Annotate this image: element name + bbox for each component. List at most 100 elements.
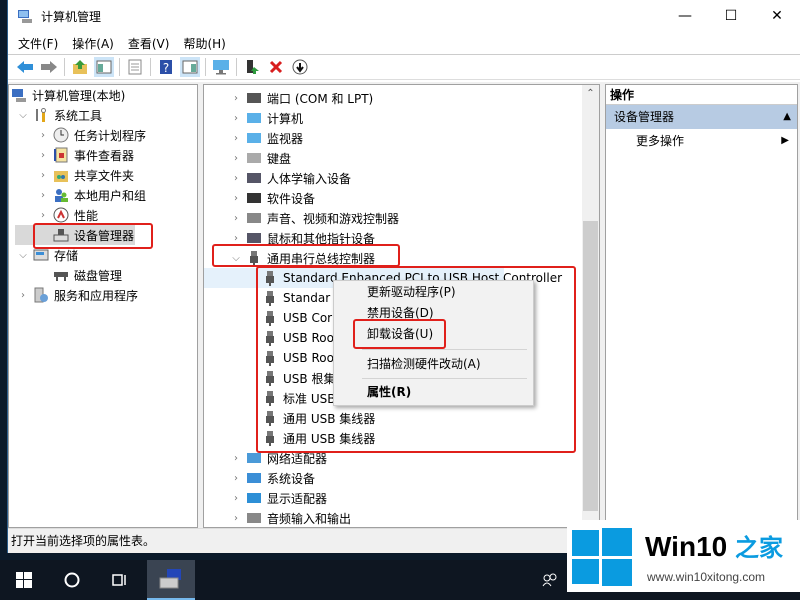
tree-item-local-users[interactable]: › 本地用户和组: [9, 185, 197, 205]
scroll-up-icon[interactable]: ⌃: [582, 85, 599, 102]
device-category[interactable]: › 端口 (COM 和 LPT): [204, 88, 599, 108]
start-button[interactable]: [0, 560, 48, 600]
tree-item-services-apps[interactable]: › 服务和应用程序: [9, 285, 197, 305]
highlight-box-device-manager: [33, 223, 153, 249]
device-category[interactable]: › 软件设备: [204, 188, 599, 208]
tree-item-label: 服务和应用程序: [54, 288, 139, 303]
tree-item-event-viewer[interactable]: › 事件查看器: [9, 145, 197, 165]
menu-file[interactable]: 文件(F): [18, 35, 58, 52]
enable-device-icon: [247, 60, 259, 74]
task-view-button[interactable]: [96, 560, 144, 600]
enable-device-button[interactable]: [242, 57, 262, 77]
people-button[interactable]: [535, 560, 565, 600]
menu-separator: [362, 378, 527, 379]
device-category[interactable]: › 系统设备: [204, 468, 599, 488]
chevron-right-icon[interactable]: ›: [230, 473, 242, 484]
title-bar[interactable]: 计算机管理 — ☐ ✕: [8, 0, 800, 32]
device-category[interactable]: › 声音、视频和游戏控制器: [204, 208, 599, 228]
computer-button[interactable]: [211, 57, 231, 77]
chevron-down-icon[interactable]: ⌵: [17, 250, 29, 261]
window-title: 计算机管理: [41, 9, 102, 24]
chevron-right-icon[interactable]: ›: [37, 170, 49, 181]
device-category[interactable]: › 键盘: [204, 148, 599, 168]
tree-item-label: 磁盘管理: [74, 268, 123, 283]
chevron-right-icon[interactable]: ›: [37, 190, 49, 201]
chevron-right-icon[interactable]: ›: [230, 513, 242, 524]
close-button[interactable]: ✕: [754, 0, 800, 32]
highlight-box-usb-category: [212, 244, 400, 267]
update-driver-button[interactable]: [290, 57, 310, 77]
menu-view[interactable]: 查看(V): [128, 35, 170, 52]
chevron-right-icon[interactable]: ›: [230, 113, 242, 124]
chevron-right-icon[interactable]: ›: [230, 133, 242, 144]
console-tree: 计算机管理(本地) ⌵ 系统工具 › 任务计划程序 › 事件查看器 › 共享文件…: [8, 84, 198, 528]
tree-root[interactable]: 计算机管理(本地): [9, 85, 197, 105]
chevron-right-icon[interactable]: ›: [230, 93, 242, 104]
computer-management-icon: [159, 569, 181, 589]
tree-item-task-scheduler[interactable]: › 任务计划程序: [9, 125, 197, 145]
chevron-right-icon[interactable]: ›: [37, 150, 49, 161]
device-category[interactable]: › 计算机: [204, 108, 599, 128]
port-icon: [246, 90, 262, 106]
chevron-right-icon[interactable]: ›: [230, 213, 242, 224]
category-label: 监视器: [267, 131, 304, 146]
people-icon: [542, 573, 557, 587]
tree-item-shared-folders[interactable]: › 共享文件夹: [9, 165, 197, 185]
show-action-pane-button[interactable]: [180, 57, 200, 77]
tree-root-label: 计算机管理(本地): [32, 88, 126, 103]
maximize-button[interactable]: ☐: [708, 0, 754, 32]
chevron-right-icon[interactable]: ›: [17, 290, 29, 301]
device-category[interactable]: › 音频输入和输出: [204, 508, 599, 527]
show-action-pane-icon: [182, 60, 198, 74]
action-more-actions[interactable]: 更多操作 ▶: [606, 129, 797, 153]
tree-item-label: 本地用户和组: [74, 188, 147, 203]
action-section-device-manager[interactable]: 设备管理器 ▲: [606, 105, 797, 129]
chevron-right-icon[interactable]: ›: [230, 173, 242, 184]
minimize-button[interactable]: —: [662, 0, 708, 32]
cortana-button[interactable]: [48, 560, 96, 600]
chevron-right-icon[interactable]: ›: [37, 130, 49, 141]
update-driver-icon: [292, 59, 308, 75]
taskbar-app-computer-management[interactable]: [147, 560, 195, 600]
menu-item-scan-hardware[interactable]: 扫描检测硬件改动(A): [334, 354, 533, 374]
device-category[interactable]: › 人体学输入设备: [204, 168, 599, 188]
collapse-up-icon[interactable]: ▲: [783, 105, 791, 129]
computer-management-window: 计算机管理 — ☐ ✕ 文件(F) 操作(A) 查看(V) 帮助(H) ? 计算…: [7, 0, 800, 553]
properties-button[interactable]: [125, 57, 145, 77]
chevron-right-icon[interactable]: ›: [230, 233, 242, 244]
chevron-right-icon[interactable]: ›: [230, 453, 242, 464]
help-button[interactable]: ?: [156, 57, 176, 77]
menu-item-update-driver[interactable]: 更新驱动程序(P): [334, 282, 533, 302]
vertical-scrollbar[interactable]: ⌃: [582, 85, 599, 527]
menu-action[interactable]: 操作(A): [72, 35, 114, 52]
chevron-down-icon[interactable]: ⌵: [17, 110, 29, 121]
help-icon: ?: [160, 60, 172, 75]
cortana-circle-icon: [64, 572, 80, 588]
scrollbar-thumb[interactable]: [583, 221, 598, 511]
uninstall-button[interactable]: [266, 57, 286, 77]
tree-item-system-tools[interactable]: ⌵ 系统工具: [9, 105, 197, 125]
menu-help[interactable]: 帮助(H): [183, 35, 225, 52]
keyboard-icon: [246, 150, 262, 166]
chevron-right-icon[interactable]: ›: [230, 153, 242, 164]
tree-item-performance[interactable]: › 性能: [9, 205, 197, 225]
chevron-right-icon[interactable]: ›: [230, 493, 242, 504]
category-label: 显示适配器: [267, 491, 328, 506]
forward-button[interactable]: [39, 57, 59, 77]
show-tree-button[interactable]: [94, 57, 114, 77]
up-button[interactable]: [70, 57, 90, 77]
chevron-right-icon[interactable]: ›: [230, 193, 242, 204]
up-folder-icon: [73, 60, 87, 74]
category-label: 音频输入和输出: [267, 511, 352, 526]
tree-item-disk-management[interactable]: 磁盘管理: [9, 265, 197, 285]
computer-management-icon: [11, 87, 27, 103]
chevron-right-icon[interactable]: ›: [37, 210, 49, 221]
device-category[interactable]: › 显示适配器: [204, 488, 599, 508]
menu-item-properties[interactable]: 属性(R): [334, 382, 533, 402]
watermark-logo: Win10 之家 www.win10xitong.com: [567, 520, 800, 592]
storage-icon: [33, 247, 49, 263]
device-category[interactable]: › 监视器: [204, 128, 599, 148]
properties-icon: [128, 59, 142, 75]
back-button[interactable]: [15, 57, 35, 77]
audio-io-icon: [246, 510, 262, 526]
